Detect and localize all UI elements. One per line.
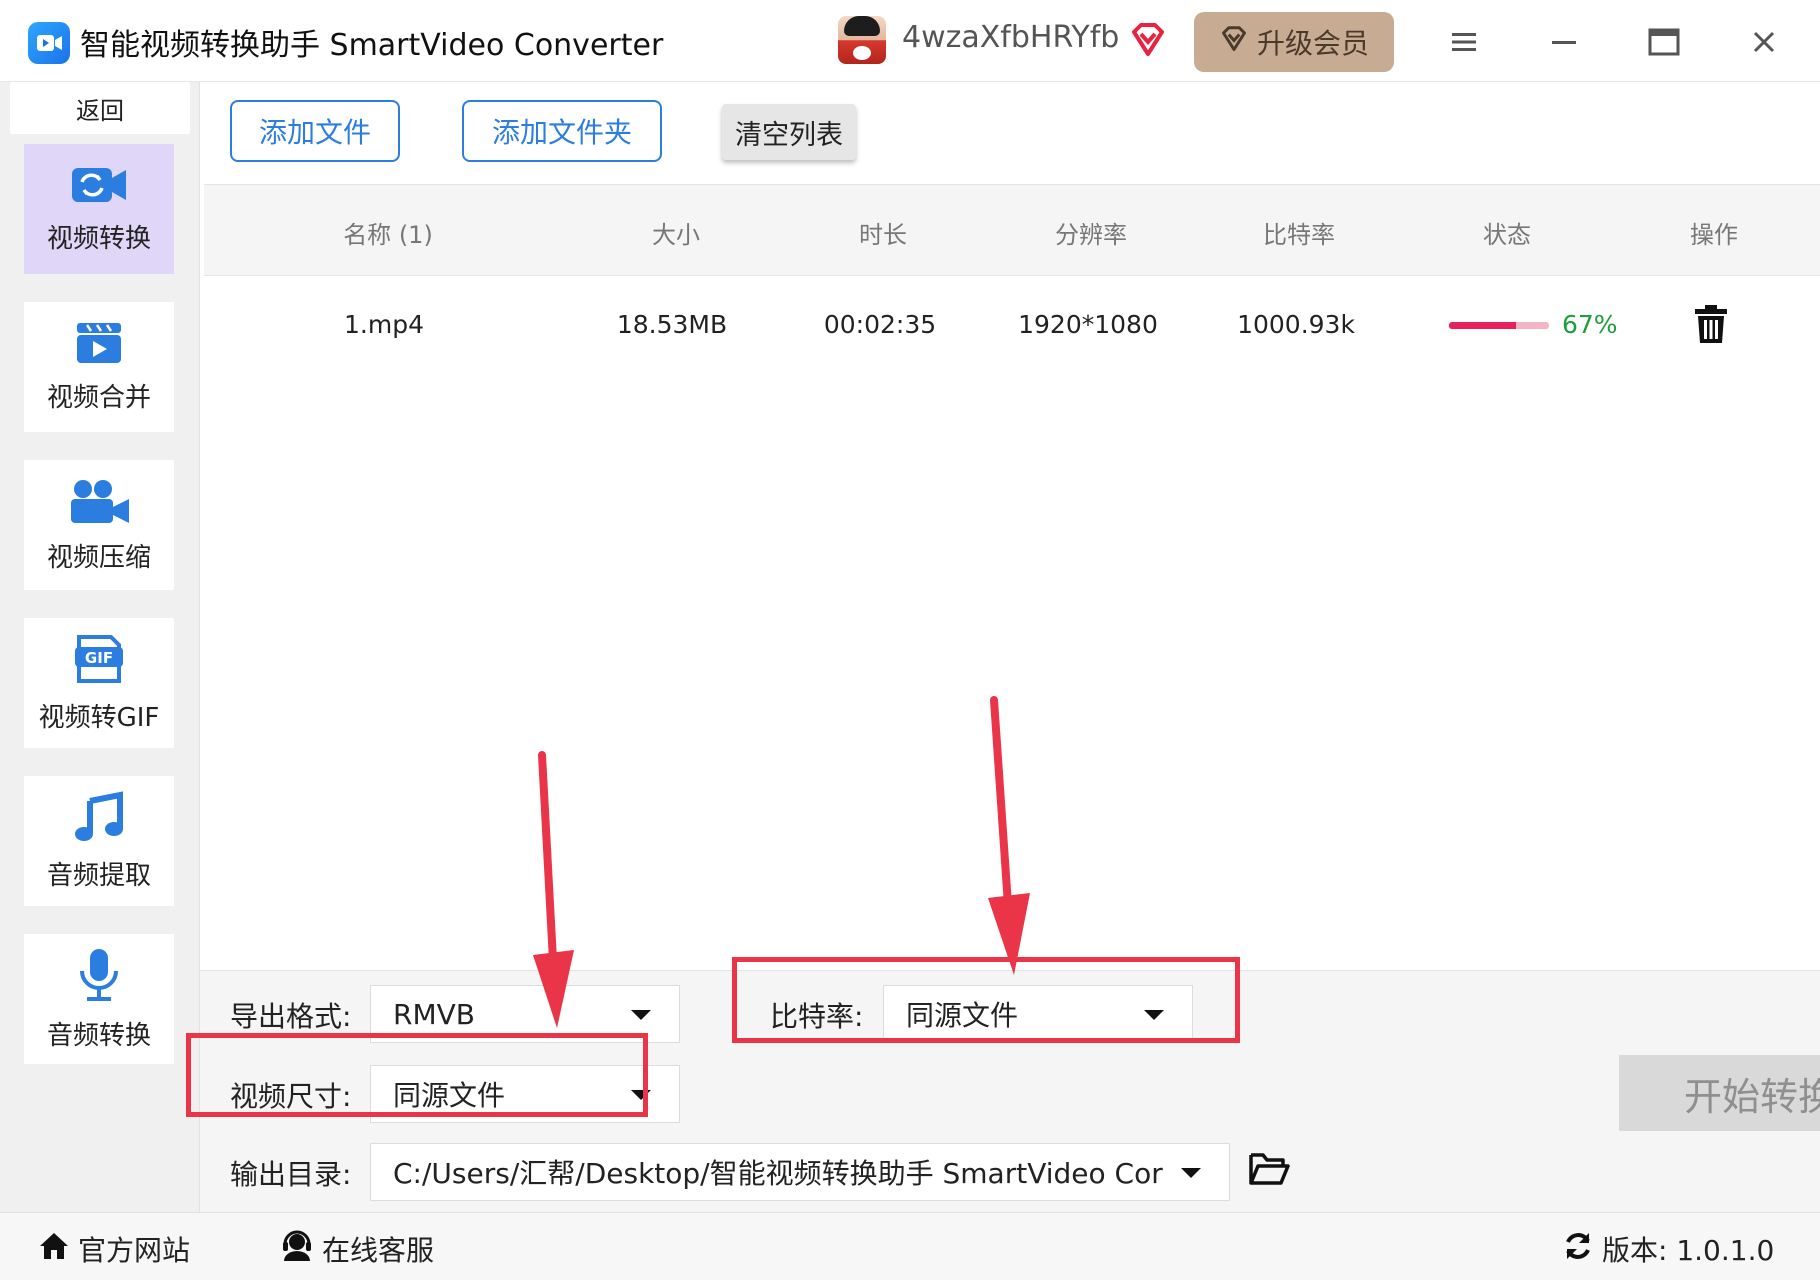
start-convert-button[interactable]: 开始转换 — [1619, 1055, 1820, 1131]
video-merge-icon — [75, 321, 123, 369]
upgrade-membership-button[interactable]: 升级会员 — [1194, 12, 1394, 72]
upgrade-diamond-icon — [1219, 24, 1249, 61]
online-support-label: 在线客服 — [322, 1234, 435, 1267]
clear-list-button[interactable]: 清空列表 — [722, 104, 856, 160]
chevron-down-icon — [631, 1010, 651, 1020]
minimize-icon[interactable] — [1544, 22, 1584, 62]
progress-bar — [1449, 322, 1549, 329]
app-logo-icon — [28, 22, 70, 64]
sidebar-item-label: 视频压缩 — [46, 542, 151, 573]
close-icon[interactable] — [1744, 22, 1784, 62]
file-table-header: 名称 (1) 大小 时长 分辨率 比特率 状态 操作 — [204, 184, 1820, 276]
column-name[interactable]: 名称 (1) — [343, 215, 433, 250]
title-bar: 智能视频转换助手 SmartVideo Converter 4wzaXfbHRY… — [0, 0, 1820, 82]
sidebar-item-label: 音频提取 — [46, 860, 151, 891]
format-label: 导出格式: — [230, 1000, 352, 1033]
version-label: 版本: 1.0.1.0 — [1602, 1234, 1775, 1267]
progress-percent: 67% — [1562, 310, 1618, 339]
column-status[interactable]: 状态 — [1483, 215, 1531, 250]
file-name: 1.mp4 — [344, 310, 424, 339]
column-bitrate[interactable]: 比特率 — [1263, 215, 1335, 250]
username[interactable]: 4wzaXfbHRYfb — [902, 20, 1119, 55]
progress-fill — [1449, 322, 1516, 329]
refresh-icon — [1562, 1230, 1594, 1269]
format-value: RMVB — [393, 997, 475, 1031]
sidebar-item-label: 视频合并 — [46, 382, 151, 413]
microphone-icon — [77, 947, 121, 1007]
annotation-arrow-right — [988, 696, 1030, 975]
video-compress-icon — [67, 477, 131, 529]
maximize-icon[interactable] — [1644, 22, 1684, 62]
file-resolution: 1920*1080 — [1018, 310, 1158, 339]
sidebar-item-video-convert[interactable]: 视频转换 — [24, 144, 174, 274]
sidebar-item-video-compress[interactable]: 视频压缩 — [24, 460, 174, 590]
add-folder-button[interactable]: 添加文件夹 — [462, 100, 662, 162]
output-dir-label: 输出目录: — [230, 1158, 352, 1191]
app-title: 智能视频转换助手 SmartVideo Converter — [80, 28, 664, 63]
sidebar: 返回 视频转换 视频合并 视频压缩 GIF 视频转GIF 音频提取 音频转换 — [0, 82, 200, 1212]
delete-trash-icon[interactable] — [1694, 304, 1728, 348]
sidebar-item-label: 视频转GIF — [38, 702, 160, 733]
upgrade-label: 升级会员 — [1256, 27, 1369, 60]
menu-icon[interactable] — [1444, 22, 1484, 62]
back-button[interactable]: 返回 — [10, 82, 190, 134]
column-actions: 操作 — [1690, 221, 1738, 249]
sidebar-item-video-merge[interactable]: 视频合并 — [24, 302, 174, 432]
headset-icon — [280, 1230, 314, 1269]
video-convert-icon — [70, 164, 128, 210]
file-duration: 00:02:35 — [823, 310, 937, 339]
output-settings-panel: 导出格式: RMVB 比特率: 同源文件 视频尺寸: 同源文件 输出目录: C:… — [186, 957, 1820, 1212]
output-dir-select[interactable]: C:/Users/汇帮/Desktop/智能视频转换助手 SmartVideo … — [370, 1143, 1230, 1201]
status-bar: 官方网站 在线客服 版本: 1.0.1.0 — [0, 1212, 1820, 1280]
sidebar-item-label: 视频转换 — [46, 223, 151, 254]
table-row[interactable]: 1.mp4 18.53MB 00:02:35 1920*1080 1000.93… — [204, 284, 1820, 372]
gif-icon: GIF — [75, 633, 123, 689]
chevron-down-icon — [1181, 1168, 1201, 1178]
avatar[interactable] — [838, 16, 886, 64]
vip-diamond-icon — [1128, 20, 1168, 64]
official-website-link[interactable]: 官方网站 — [38, 1229, 190, 1269]
online-support-link[interactable]: 在线客服 — [280, 1229, 434, 1269]
column-duration[interactable]: 时长 — [859, 215, 907, 250]
music-note-icon — [74, 790, 124, 847]
sidebar-item-audio-extract[interactable]: 音频提取 — [24, 776, 174, 906]
home-icon — [38, 1231, 70, 1268]
output-dir-value: C:/Users/汇帮/Desktop/智能视频转换助手 SmartVideo … — [393, 1157, 1163, 1190]
annotation-box-video-size — [186, 1033, 648, 1117]
svg-text:GIF: GIF — [85, 649, 113, 667]
sidebar-item-audio-convert[interactable]: 音频转换 — [24, 934, 174, 1064]
file-bitrate: 1000.93k — [1237, 310, 1355, 339]
sidebar-item-label: 音频转换 — [46, 1020, 151, 1051]
version-info[interactable]: 版本: 1.0.1.0 — [1562, 1229, 1774, 1269]
column-size[interactable]: 大小 — [652, 215, 700, 250]
folder-open-icon[interactable] — [1248, 1151, 1290, 1191]
sidebar-item-video-to-gif[interactable]: GIF 视频转GIF — [24, 618, 174, 748]
add-file-button[interactable]: 添加文件 — [230, 100, 400, 162]
column-resolution[interactable]: 分辨率 — [1055, 215, 1127, 250]
annotation-box-bitrate — [732, 957, 1240, 1043]
official-website-label: 官方网站 — [78, 1234, 191, 1267]
toolbar: 添加文件 添加文件夹 清空列表 — [200, 82, 1820, 182]
file-size: 18.53MB — [616, 310, 728, 339]
